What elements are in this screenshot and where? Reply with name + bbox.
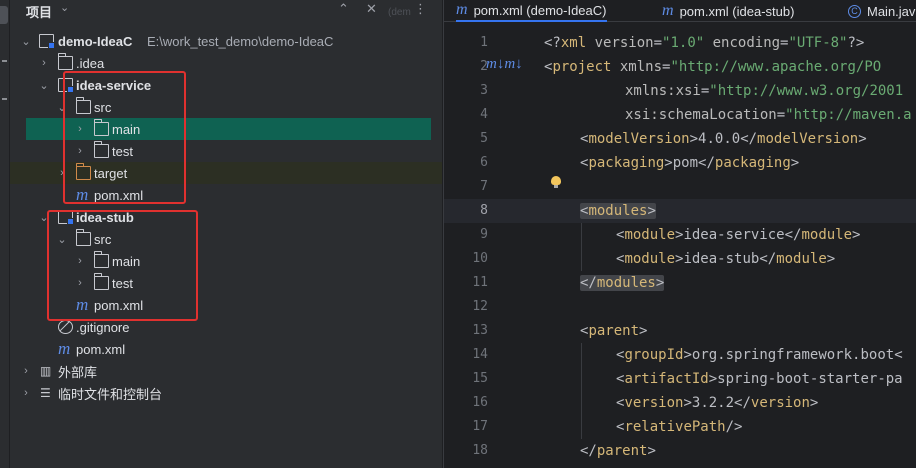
maven-icon: m bbox=[662, 2, 674, 19]
line-number: 2 bbox=[480, 59, 488, 74]
ignore-file-icon bbox=[58, 320, 73, 334]
tree-item-label: demo-IdeaC bbox=[58, 33, 133, 49]
tab-label: pom.xml (idea-stub) bbox=[679, 3, 795, 19]
line-number: 9 bbox=[480, 227, 488, 242]
code-line-16[interactable]: <version>3.2.2</version> bbox=[616, 391, 818, 415]
line-number: 13 bbox=[472, 323, 488, 338]
lightbulb-icon[interactable] bbox=[551, 176, 561, 188]
tab-label: Main.java bbox=[867, 3, 916, 19]
project-panel-header: 项目 ⌄ ⌃ ✕ (dem ⋮ bbox=[10, 0, 442, 22]
line-number: 1 bbox=[480, 35, 488, 50]
module-folder-icon bbox=[39, 34, 55, 49]
current-line-highlight bbox=[444, 199, 916, 223]
code-line-13[interactable]: <parent> bbox=[580, 319, 647, 343]
tab-pom-idea-stub[interactable]: m pom.xml (idea-stub) bbox=[662, 0, 794, 22]
indent-guide bbox=[581, 223, 582, 271]
chevron-down-icon[interactable]: ⌄ bbox=[20, 35, 32, 48]
line-number: 11 bbox=[472, 275, 488, 290]
line-number: 12 bbox=[472, 299, 488, 314]
ghost-hint: (dem bbox=[388, 7, 411, 18]
code-line-18[interactable]: </parent> bbox=[580, 439, 656, 463]
line-number: 17 bbox=[472, 419, 488, 434]
tree-item-demo-ideac[interactable]: ⌄ demo-IdeaC E:\work_test_demo\demo-Idea… bbox=[10, 30, 442, 52]
code-line-10[interactable]: <module>idea-stub</module> bbox=[616, 247, 835, 271]
highlight-box-idea-stub bbox=[47, 210, 198, 321]
code-line-3[interactable]: xmlns:xsi="http://www.w3.org/2001 bbox=[625, 79, 903, 103]
tree-item-label: 临时文件和控制台 bbox=[58, 386, 163, 402]
line-number: 15 bbox=[472, 371, 488, 386]
maven-icon: m bbox=[58, 339, 71, 358]
line-number: 14 bbox=[472, 347, 488, 362]
code-line-9[interactable]: <module>idea-service</module> bbox=[616, 223, 860, 247]
chevron-down-icon[interactable]: ⌄ bbox=[60, 1, 69, 14]
maven-gutter-icon[interactable]: m↓m↓ bbox=[486, 56, 523, 73]
tab-pom-demo-ideac[interactable]: m pom.xml (demo-IdeaC) bbox=[456, 0, 607, 22]
tree-item-label: .gitignore bbox=[76, 319, 130, 335]
project-panel: 项目 ⌄ ⌃ ✕ (dem ⋮ ⌄ demo-IdeaC E:\work_tes… bbox=[10, 0, 442, 468]
editor-panel: m pom.xml (demo-IdeaC) m pom.xml (idea-s… bbox=[443, 0, 916, 468]
line-number: 16 bbox=[472, 395, 488, 410]
code-line-15[interactable]: <artifactId>spring-boot-starter-pa bbox=[616, 367, 903, 391]
line-number: 10 bbox=[472, 251, 488, 266]
project-tool-button[interactable] bbox=[0, 6, 8, 24]
tool-window-strip bbox=[0, 0, 10, 468]
code-line-17[interactable]: <relativePath/> bbox=[616, 415, 742, 439]
code-line-4[interactable]: xsi:schemaLocation="http://maven.a bbox=[625, 103, 912, 127]
library-icon: ▥ bbox=[40, 364, 52, 378]
tree-item-external-libraries[interactable]: › ▥ 外部库 bbox=[10, 360, 442, 382]
code-line-5[interactable]: <modelVersion>4.0.0</modelVersion> bbox=[580, 127, 867, 151]
code-line-8[interactable]: <modules> bbox=[580, 199, 656, 223]
line-number: 5 bbox=[480, 131, 488, 146]
strip-dot bbox=[2, 98, 7, 100]
tree-item-pom[interactable]: m pom.xml bbox=[10, 338, 442, 360]
line-number: 7 bbox=[480, 179, 488, 194]
tree-item-label: 外部库 bbox=[58, 364, 98, 380]
tree-item-scratches[interactable]: › ☰ 临时文件和控制台 bbox=[10, 382, 442, 404]
close-icon[interactable]: ✕ bbox=[366, 1, 377, 17]
chevron-down-icon[interactable]: ⌄ bbox=[38, 79, 50, 92]
code-line-6[interactable]: <packaging>pom</packaging> bbox=[580, 151, 799, 175]
highlight-box-idea-service bbox=[63, 71, 186, 204]
indent-guide bbox=[581, 343, 582, 439]
code-line-2[interactable]: <project xmlns="http://www.apache.org/PO bbox=[544, 55, 881, 79]
tree-item-label: .idea bbox=[76, 55, 105, 71]
chevron-right-icon[interactable]: › bbox=[20, 387, 32, 399]
code-line-1[interactable]: <?xml version="1.0" encoding="UTF-8"?> bbox=[544, 31, 864, 55]
tab-label: pom.xml (demo-IdeaC) bbox=[473, 2, 607, 18]
expand-all-icon[interactable]: ⌃ bbox=[338, 1, 349, 17]
line-number: 4 bbox=[480, 107, 488, 122]
maven-icon: m bbox=[456, 1, 468, 18]
class-icon: C bbox=[848, 4, 861, 18]
tree-item-label: pom.xml bbox=[76, 341, 126, 357]
tree-item-path: E:\work_test_demo\demo-IdeaC bbox=[147, 33, 334, 49]
line-number: 8 bbox=[480, 203, 488, 218]
chevron-right-icon[interactable]: › bbox=[20, 365, 32, 377]
line-number: 6 bbox=[480, 155, 488, 170]
folder-icon bbox=[58, 53, 73, 70]
more-options-icon[interactable]: ⋮ bbox=[414, 1, 427, 17]
strip-dot bbox=[2, 60, 7, 62]
code-line-14[interactable]: <groupId>org.springframework.boot< bbox=[616, 343, 903, 367]
chevron-right-icon[interactable]: › bbox=[38, 57, 50, 69]
line-number: 3 bbox=[480, 83, 488, 98]
tab-main-java[interactable]: C Main.java bbox=[848, 0, 916, 22]
project-panel-title[interactable]: 项目 bbox=[26, 2, 52, 21]
line-number: 18 bbox=[472, 443, 488, 458]
scratches-icon: ☰ bbox=[40, 386, 51, 400]
editor-tabs: m pom.xml (demo-IdeaC) m pom.xml (idea-s… bbox=[444, 0, 916, 22]
code-line-11[interactable]: </modules> bbox=[580, 271, 665, 295]
